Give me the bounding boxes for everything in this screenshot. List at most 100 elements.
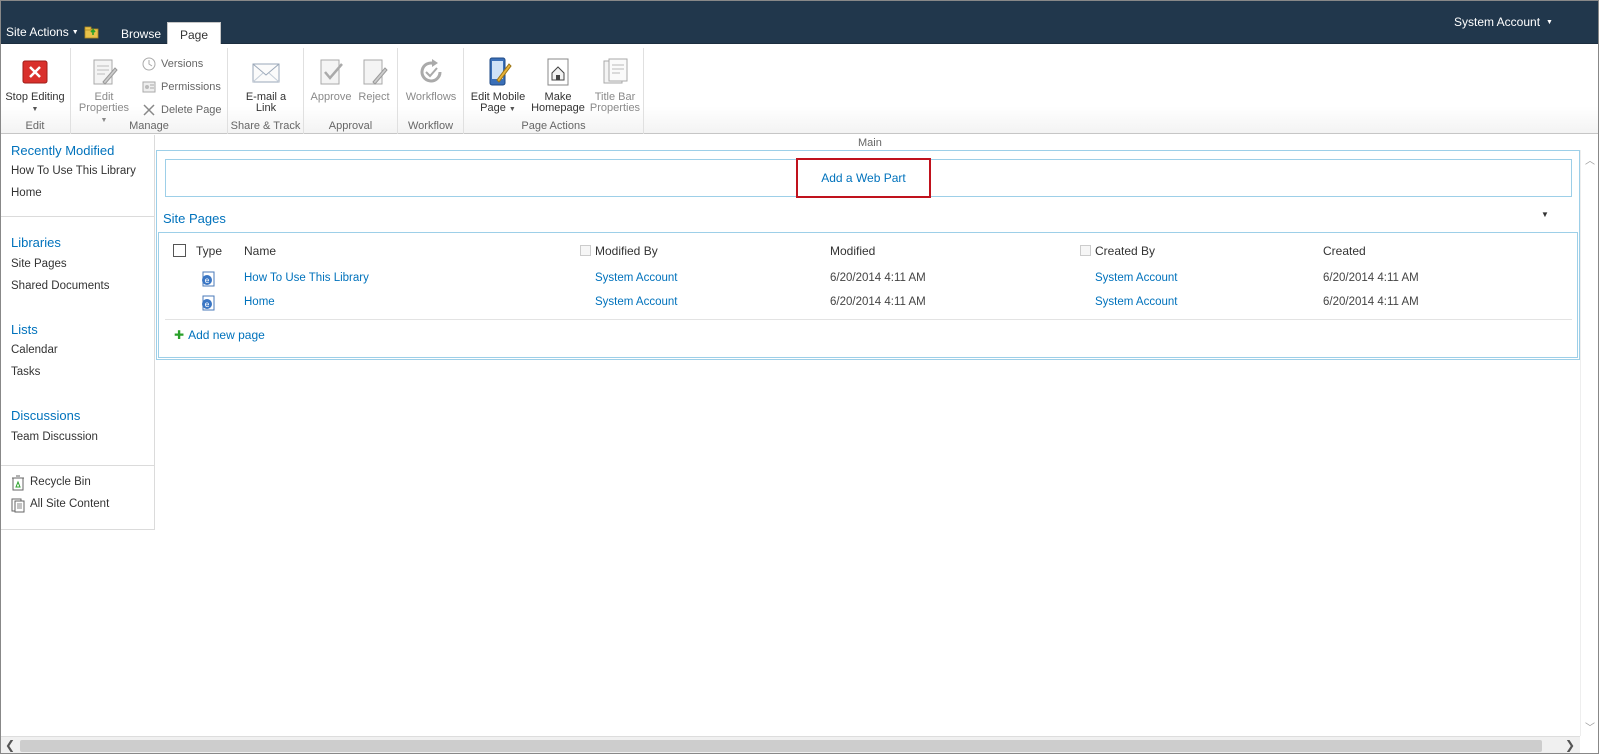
column-header-name[interactable]: Name bbox=[244, 244, 276, 258]
approve-icon bbox=[320, 59, 343, 85]
user-menu[interactable]: System Account ▼ bbox=[1454, 15, 1553, 29]
row-modified-date: 6/20/2014 4:11 AM bbox=[830, 272, 926, 284]
delete-page-button[interactable]: Delete Page bbox=[141, 102, 222, 118]
group-label-edit: Edit bbox=[25, 120, 45, 132]
permissions-icon bbox=[142, 81, 156, 93]
vertical-scrollbar[interactable]: ︿ ﹀ bbox=[1580, 150, 1599, 736]
ribbon-group-workflow: Workflows Workflow bbox=[398, 48, 464, 134]
nav-item-how-to-use[interactable]: How To Use This Library bbox=[11, 165, 136, 177]
reject-button[interactable]: Reject bbox=[354, 56, 394, 103]
nav-item-recycle-bin[interactable]: Recycle Bin bbox=[30, 476, 91, 488]
permissions-button[interactable]: Permissions bbox=[141, 79, 221, 95]
title-bar-label-2: Properties bbox=[589, 102, 641, 114]
title-bar-properties-button[interactable]: Title Bar Properties bbox=[588, 56, 642, 114]
ribbon-group-edit: Stop Editing ▼ Edit bbox=[0, 48, 71, 134]
plus-icon: ✚ bbox=[174, 328, 185, 342]
select-all-checkbox[interactable] bbox=[173, 244, 186, 257]
nav-heading-lists[interactable]: Lists bbox=[11, 322, 38, 337]
nav-divider bbox=[0, 216, 155, 217]
scroll-right-icon[interactable]: ❯ bbox=[1565, 738, 1575, 752]
chevron-down-icon: ▼ bbox=[508, 106, 516, 113]
column-header-type[interactable]: Type bbox=[196, 244, 222, 258]
tab-page[interactable]: Page bbox=[167, 22, 222, 45]
make-homepage-button[interactable]: Make Homepage bbox=[530, 56, 586, 114]
workflows-button[interactable]: Workflows bbox=[402, 56, 460, 103]
workflows-icon bbox=[420, 59, 442, 83]
ribbon: Stop Editing ▼ Edit Edit Properties ▼ Ver… bbox=[0, 44, 1599, 134]
scroll-up-icon[interactable]: ︿ bbox=[1585, 152, 1595, 167]
nav-item-home[interactable]: Home bbox=[11, 187, 42, 199]
nav-divider bbox=[0, 465, 155, 466]
navigate-up-icon[interactable] bbox=[84, 25, 100, 39]
column-header-created-by[interactable]: Created By bbox=[1095, 244, 1155, 258]
quick-launch: Recently Modified How To Use This Librar… bbox=[0, 135, 155, 530]
nav-heading-libraries[interactable]: Libraries bbox=[11, 235, 61, 250]
edit-properties-button[interactable]: Edit Properties ▼ bbox=[75, 56, 133, 126]
row-name-link[interactable]: Home bbox=[244, 296, 275, 308]
row-modified-by-link[interactable]: System Account bbox=[595, 296, 677, 308]
nav-item-shared-documents[interactable]: Shared Documents bbox=[11, 280, 109, 292]
scroll-left-icon[interactable]: ❮ bbox=[5, 738, 15, 752]
reject-label: Reject bbox=[358, 91, 390, 103]
group-label-workflow: Workflow bbox=[407, 120, 454, 132]
nav-item-team-discussion[interactable]: Team Discussion bbox=[11, 431, 98, 443]
row-modified-date: 6/20/2014 4:11 AM bbox=[830, 296, 926, 308]
ribbon-group-page-actions: Edit Mobile Page ▼ Make Homepage Title B… bbox=[464, 48, 644, 134]
chevron-down-icon: ▼ bbox=[71, 29, 79, 36]
nav-item-tasks[interactable]: Tasks bbox=[11, 366, 40, 378]
edit-mobile-label-2: Page bbox=[480, 102, 506, 114]
scrollbar-thumb[interactable] bbox=[20, 740, 1542, 752]
web-part-title[interactable]: Site Pages bbox=[163, 211, 226, 226]
nav-heading-discussions[interactable]: Discussions bbox=[11, 408, 80, 423]
scroll-down-icon[interactable]: ﹀ bbox=[1585, 719, 1595, 734]
make-homepage-label-2: Homepage bbox=[531, 102, 585, 114]
column-header-created[interactable]: Created bbox=[1323, 244, 1366, 258]
stop-editing-label: Stop Editing bbox=[5, 91, 65, 103]
zone-label: Main bbox=[858, 137, 882, 149]
versions-icon bbox=[142, 57, 156, 71]
row-created-date: 6/20/2014 4:11 AM bbox=[1323, 296, 1419, 308]
svg-text:e: e bbox=[205, 276, 210, 285]
stop-editing-icon bbox=[22, 60, 48, 84]
row-created-by-link[interactable]: System Account bbox=[1095, 296, 1177, 308]
column-header-modified[interactable]: Modified bbox=[830, 244, 875, 258]
edit-mobile-page-button[interactable]: Edit Mobile Page ▼ bbox=[468, 56, 528, 115]
ribbon-group-approval: Approve Reject Approval bbox=[304, 48, 398, 134]
row-created-by-link[interactable]: System Account bbox=[1095, 272, 1177, 284]
versions-button[interactable]: Versions bbox=[141, 56, 203, 72]
sharepoint-page: Site Actions ▼ Browse Page System Account… bbox=[0, 0, 1599, 754]
edit-properties-label-2: Properties bbox=[78, 102, 130, 114]
page-type-icon[interactable]: e bbox=[200, 295, 216, 311]
recycle-bin-icon bbox=[12, 475, 24, 491]
site-actions-label: Site Actions bbox=[6, 25, 69, 39]
homepage-icon bbox=[547, 58, 569, 86]
row-created-date: 6/20/2014 4:11 AM bbox=[1323, 272, 1419, 284]
versions-label: Versions bbox=[161, 58, 204, 70]
approve-button[interactable]: Approve bbox=[310, 56, 352, 103]
nav-heading-recently-modified[interactable]: Recently Modified bbox=[11, 143, 114, 158]
web-part-menu-icon[interactable]: ▼ bbox=[1541, 210, 1549, 219]
column-filter-checkbox[interactable] bbox=[580, 245, 591, 256]
title-bar-properties-icon bbox=[603, 58, 628, 84]
email-link-label-2: Link bbox=[255, 102, 277, 114]
top-bar: Site Actions ▼ Browse Page System Account… bbox=[0, 0, 1599, 45]
column-filter-checkbox[interactable] bbox=[1080, 245, 1091, 256]
site-actions-menu[interactable]: Site Actions ▼ bbox=[6, 25, 79, 39]
tab-browse[interactable]: Browse bbox=[109, 22, 173, 44]
add-new-page-link[interactable]: ✚ Add new page bbox=[174, 328, 265, 342]
page-type-icon[interactable]: e bbox=[200, 271, 216, 287]
nav-item-calendar[interactable]: Calendar bbox=[11, 344, 58, 356]
nav-item-site-pages[interactable]: Site Pages bbox=[11, 258, 67, 270]
stop-editing-button[interactable]: Stop Editing ▼ bbox=[4, 56, 66, 115]
add-web-part-button[interactable]: Add a Web Part bbox=[796, 158, 931, 198]
add-new-page-label: Add new page bbox=[188, 328, 265, 342]
nav-item-all-site-content[interactable]: All Site Content bbox=[30, 498, 109, 510]
chevron-down-icon: ▼ bbox=[1546, 19, 1553, 26]
ribbon-group-manage: Edit Properties ▼ Versions Permissions D… bbox=[71, 48, 228, 134]
row-modified-by-link[interactable]: System Account bbox=[595, 272, 677, 284]
horizontal-scrollbar[interactable]: ❮ ❯ bbox=[0, 736, 1580, 754]
email-link-button[interactable]: E-mail a Link bbox=[232, 56, 300, 114]
row-divider bbox=[165, 319, 1572, 320]
column-header-modified-by[interactable]: Modified By bbox=[595, 244, 658, 258]
row-name-link[interactable]: How To Use This Library bbox=[244, 272, 369, 284]
